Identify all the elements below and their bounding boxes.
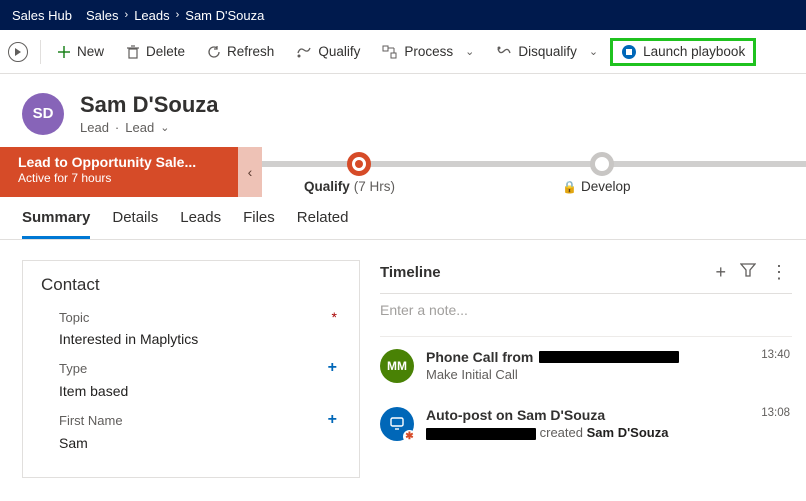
crumb-leads[interactable]: Leads (134, 8, 169, 23)
activity-time: 13:40 (761, 349, 790, 361)
process-name: Lead to Opportunity Sale... (18, 154, 224, 170)
timeline-heading: Timeline (380, 264, 441, 281)
lock-icon: 🔒 (562, 180, 577, 194)
new-label: New (77, 44, 104, 59)
delete-button[interactable]: Delete (116, 38, 195, 65)
timeline-section: Timeline + ⋮ Enter a note... MM Phone Ca… (380, 260, 798, 478)
chevron-right-icon: › (125, 9, 129, 21)
chevron-right-icon: › (176, 9, 180, 21)
activity-subtitle: Make Initial Call (426, 367, 792, 382)
stage2-name: Develop (581, 179, 631, 194)
contact-section: Contact Topic * Interested in Maplytics T… (22, 260, 360, 478)
stage1-duration: (7 Hrs) (354, 179, 395, 194)
tab-leads[interactable]: Leads (180, 209, 221, 239)
stage-label-develop[interactable]: 🔒 Develop (562, 179, 630, 194)
timeline-add-button[interactable]: + (715, 262, 726, 283)
timeline-item[interactable]: ✱ Auto-post on Sam D'Souza created Sam D… (380, 395, 792, 453)
stage-node-develop[interactable] (590, 152, 614, 176)
field-type[interactable]: Type + Item based (41, 359, 341, 399)
required-mark: * (332, 309, 337, 325)
timeline-item[interactable]: MM Phone Call from Make Initial Call 13:… (380, 337, 792, 395)
plus-icon (57, 45, 71, 59)
refresh-label: Refresh (227, 44, 274, 59)
command-bar: New Delete Refresh Qualify Process ⌄ Dis… (0, 30, 806, 74)
launch-playbook-button[interactable]: Launch playbook (610, 38, 756, 66)
autopost-title: Auto-post on Sam D'Souza (426, 407, 605, 423)
autopost-subtitle: created Sam D'Souza (426, 425, 792, 440)
stage-track: Qualify (7 Hrs) 🔒 Develop (262, 147, 806, 197)
topic-label: Topic (59, 310, 89, 325)
stage-label-qualify[interactable]: Qualify (7 Hrs) (304, 179, 395, 194)
form-label[interactable]: Lead (125, 120, 154, 135)
qualify-button[interactable]: Qualify (286, 38, 370, 65)
recommended-mark: + (328, 359, 337, 377)
process-button[interactable]: Process ⌄ (372, 38, 484, 65)
firstname-value[interactable]: Sam (59, 435, 341, 451)
dot-separator: · (115, 120, 119, 135)
activity-time: 13:08 (761, 407, 790, 419)
crumb-record[interactable]: Sam D'Souza (185, 8, 264, 23)
process-name-tile[interactable]: Lead to Opportunity Sale... Active for 7… (0, 147, 238, 197)
crumb-sales[interactable]: Sales (86, 8, 119, 23)
record-avatar: SD (22, 93, 64, 135)
stage-prev-button[interactable]: ‹ (238, 147, 262, 197)
recommended-mark: + (328, 411, 337, 429)
autopost-target: Sam D'Souza (587, 425, 669, 440)
refresh-icon (207, 45, 221, 59)
disqualify-icon (496, 45, 512, 59)
tab-details[interactable]: Details (112, 209, 158, 239)
chevron-down-icon: ⌄ (465, 45, 474, 58)
delete-label: Delete (146, 44, 185, 59)
disqualify-button[interactable]: Disqualify ⌄ (486, 38, 608, 65)
qualify-icon (296, 45, 312, 59)
divider (40, 40, 41, 64)
field-topic[interactable]: Topic * Interested in Maplytics (41, 309, 341, 347)
redacted-name (539, 351, 679, 363)
process-icon (382, 45, 398, 59)
record-header: SD Sam D'Souza Lead · Lead ⌄ (0, 74, 806, 147)
trash-icon (126, 45, 140, 59)
monitor-icon (389, 417, 405, 431)
tab-related[interactable]: Related (297, 209, 349, 239)
type-label: Type (59, 361, 87, 376)
qualify-label: Qualify (318, 44, 360, 59)
entity-label: Lead (80, 120, 109, 135)
process-active-duration: Active for 7 hours (18, 171, 224, 185)
chevron-down-icon: ⌄ (589, 45, 598, 58)
field-first-name[interactable]: First Name + Sam (41, 411, 341, 451)
topic-value[interactable]: Interested in Maplytics (59, 331, 341, 347)
new-button[interactable]: New (47, 38, 114, 65)
timeline-note-input[interactable]: Enter a note... (380, 293, 792, 337)
timeline-filter-button[interactable] (740, 262, 756, 283)
launch-playbook-label: Launch playbook (643, 44, 745, 59)
tab-files[interactable]: Files (243, 209, 275, 239)
disqualify-label: Disqualify (518, 44, 577, 59)
app-name[interactable]: Sales Hub (12, 8, 72, 23)
timeline-more-button[interactable]: ⋮ (770, 262, 788, 283)
record-title: Sam D'Souza (80, 92, 219, 118)
gear-icon: ✱ (403, 430, 416, 443)
chevron-down-icon[interactable]: ⌄ (160, 121, 169, 134)
playbook-icon (621, 44, 637, 60)
activity-title-prefix: Phone Call from (426, 349, 533, 365)
business-process-flow: Lead to Opportunity Sale... Active for 7… (0, 147, 806, 197)
type-value[interactable]: Item based (59, 383, 341, 399)
form-tabs: Summary Details Leads Files Related (0, 197, 806, 240)
refresh-button[interactable]: Refresh (197, 38, 284, 65)
record-subtitle: Lead · Lead ⌄ (80, 120, 219, 135)
redacted-name (426, 428, 536, 440)
stage-node-qualify[interactable] (347, 152, 371, 176)
breadcrumb-bar: Sales Hub Sales › Leads › Sam D'Souza (0, 0, 806, 30)
play-icon (13, 47, 23, 57)
back-button[interactable] (8, 42, 28, 62)
process-label: Process (404, 44, 453, 59)
autopost-verb: created (540, 425, 583, 440)
tab-summary[interactable]: Summary (22, 209, 90, 239)
firstname-label: First Name (59, 413, 123, 428)
stage1-name: Qualify (304, 179, 350, 194)
contact-heading: Contact (41, 275, 341, 295)
activity-avatar: MM (380, 349, 414, 383)
autopost-avatar: ✱ (380, 407, 414, 441)
